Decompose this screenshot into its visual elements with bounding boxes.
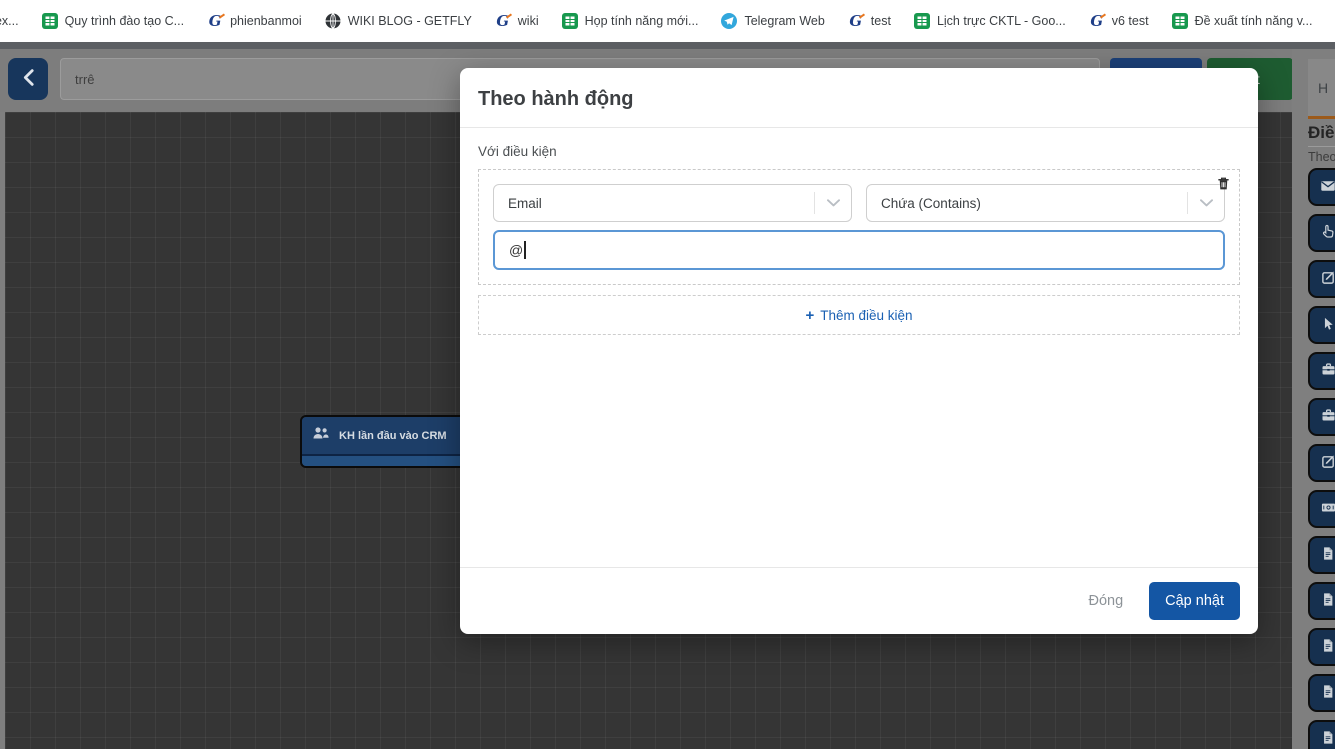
bookmark-item[interactable]: Gphienbanmoi [207, 13, 302, 29]
sidebar-heading: Điề [1308, 123, 1335, 141]
pen-square-icon [1321, 270, 1335, 288]
bookmark-item[interactable]: dex... [0, 14, 19, 28]
operator-select[interactable]: Chứa (Contains) [866, 184, 1225, 222]
sidebar-tab[interactable]: H [1308, 59, 1335, 119]
bookmark-label: phienbanmoi [230, 14, 302, 28]
sheet-icon [1172, 13, 1188, 29]
chevron-left-icon [23, 69, 34, 89]
sidebar-tool-list [1308, 168, 1335, 749]
sidebar-tool-pen-square[interactable] [1308, 444, 1335, 482]
bookmarks-bar-border [0, 42, 1335, 49]
sidebar-tool-briefcase[interactable] [1308, 352, 1335, 390]
bookmark-item[interactable]: Gv6 test [1089, 13, 1149, 29]
getfly-icon: G [207, 13, 223, 29]
workflow-node-label: KH lần đầu vào CRM [339, 430, 447, 442]
envelope-icon [1320, 178, 1335, 197]
modal-footer: Đóng Cập nhật [460, 567, 1258, 634]
close-button[interactable]: Đóng [1088, 593, 1123, 609]
file-icon [1321, 730, 1335, 748]
sidebar-tool-envelope[interactable] [1308, 168, 1335, 206]
bookmark-label: Quy trình đào tạo C... [65, 14, 185, 28]
chevron-down-icon [815, 199, 851, 207]
bookmark-label: WIKI BLOG - GETFLY [348, 14, 472, 28]
workflow-name-value: trrê [75, 72, 95, 87]
field-select-value: Email [508, 196, 542, 211]
workflow-node-header: KH lần đầu vào CRM [302, 417, 468, 454]
pen-square-icon [1321, 454, 1335, 472]
bookmark-label: wiki [518, 14, 539, 28]
sidebar-tool-file[interactable] [1308, 628, 1335, 666]
getfly-icon: G [1089, 13, 1105, 29]
trash-icon [1216, 179, 1231, 194]
condition-row: Email Chứa (Contains) [493, 184, 1225, 222]
condition-value-text: @ [509, 242, 523, 258]
sidebar-tool-file[interactable] [1308, 536, 1335, 574]
condition-modal: Theo hành động Với điều kiện Email [460, 68, 1258, 634]
workflow-node[interactable]: KH lần đầu vào CRM [300, 415, 470, 468]
bookmark-item[interactable]: Gwiki [495, 13, 539, 29]
bookmark-label: v6 test [1112, 14, 1149, 28]
sidebar-tool-file[interactable] [1308, 674, 1335, 712]
bookmark-item[interactable]: Gtest [848, 13, 891, 29]
sidebar-tool-money-bill[interactable] [1308, 490, 1335, 528]
add-condition-button[interactable]: + Thêm điều kiện [478, 295, 1240, 335]
modal-body: Với điều kiện Email Chứa (Contains) [460, 128, 1258, 567]
sidebar-divider [1308, 146, 1335, 147]
mouse-pointer-icon [1321, 317, 1335, 334]
bookmark-label: Họp tính năng mới... [585, 14, 699, 28]
condition-value-input[interactable]: @ [493, 230, 1225, 270]
sidebar-tool-file[interactable] [1308, 720, 1335, 749]
field-select[interactable]: Email [493, 184, 852, 222]
operator-select-value: Chứa (Contains) [881, 196, 981, 211]
money-bill-icon [1321, 500, 1335, 518]
briefcase-icon [1321, 362, 1335, 380]
users-icon [312, 426, 330, 445]
telegram-icon [721, 13, 737, 29]
file-icon [1321, 546, 1335, 564]
sheet-icon [562, 13, 578, 29]
condition-section-label: Với điều kiện [478, 144, 1240, 159]
delete-condition-button[interactable] [1214, 174, 1233, 193]
bookmark-item[interactable]: WIKI BLOG - GETFLY [325, 13, 472, 29]
bookmark-item[interactable]: Đề xuất tính năng v... [1172, 13, 1313, 29]
modal-title: Theo hành động [478, 86, 1240, 112]
sheet-icon [914, 13, 930, 29]
briefcase-icon [1321, 408, 1335, 426]
bookmark-label: test [871, 14, 891, 28]
bookmarks-bar: dex... Quy trình đào tạo C... Gphienbanmoi… [0, 0, 1335, 42]
hand-pointer-icon [1321, 224, 1335, 242]
chevron-down-icon [1188, 199, 1224, 207]
sidebar-tool-pen-square[interactable] [1308, 260, 1335, 298]
bookmark-item[interactable]: Telegram Web [721, 13, 824, 29]
condition-value-row: @ [493, 230, 1225, 270]
sheet-icon [42, 13, 58, 29]
bookmark-item[interactable]: Lịch trực CKTL - Goo... [914, 13, 1066, 29]
bookmark-label: Telegram Web [744, 14, 824, 28]
sidebar-tool-mouse-pointer[interactable] [1308, 306, 1335, 344]
plus-icon: + [805, 307, 814, 324]
sidebar-section-label: Theo [1308, 150, 1335, 163]
add-condition-label: Thêm điều kiện [820, 308, 912, 323]
sidebar-tool-file[interactable] [1308, 582, 1335, 620]
bookmark-label: Đề xuất tính năng v... [1195, 14, 1313, 28]
getfly-icon: G [495, 13, 511, 29]
back-button[interactable] [8, 58, 48, 100]
sidebar-tool-hand-pointer[interactable] [1308, 214, 1335, 252]
bookmark-item[interactable]: Quy trình đào tạo C... [42, 13, 185, 29]
bookmark-label: dex... [0, 14, 19, 28]
modal-header: Theo hành động [460, 68, 1258, 128]
text-caret [524, 241, 526, 259]
globe-icon [325, 13, 341, 29]
bookmark-item[interactable]: Họp tính năng mới... [562, 13, 699, 29]
getfly-icon: G [848, 13, 864, 29]
workflow-node-footer [302, 454, 468, 466]
sidebar-tool-briefcase[interactable] [1308, 398, 1335, 436]
bookmark-label: Lịch trực CKTL - Goo... [937, 14, 1066, 28]
condition-group: Email Chứa (Contains) [478, 169, 1240, 285]
file-icon [1321, 638, 1335, 656]
file-icon [1321, 684, 1335, 702]
update-button[interactable]: Cập nhật [1149, 582, 1240, 620]
file-icon [1321, 592, 1335, 610]
right-sidebar: H Điề Theo [1292, 49, 1335, 749]
